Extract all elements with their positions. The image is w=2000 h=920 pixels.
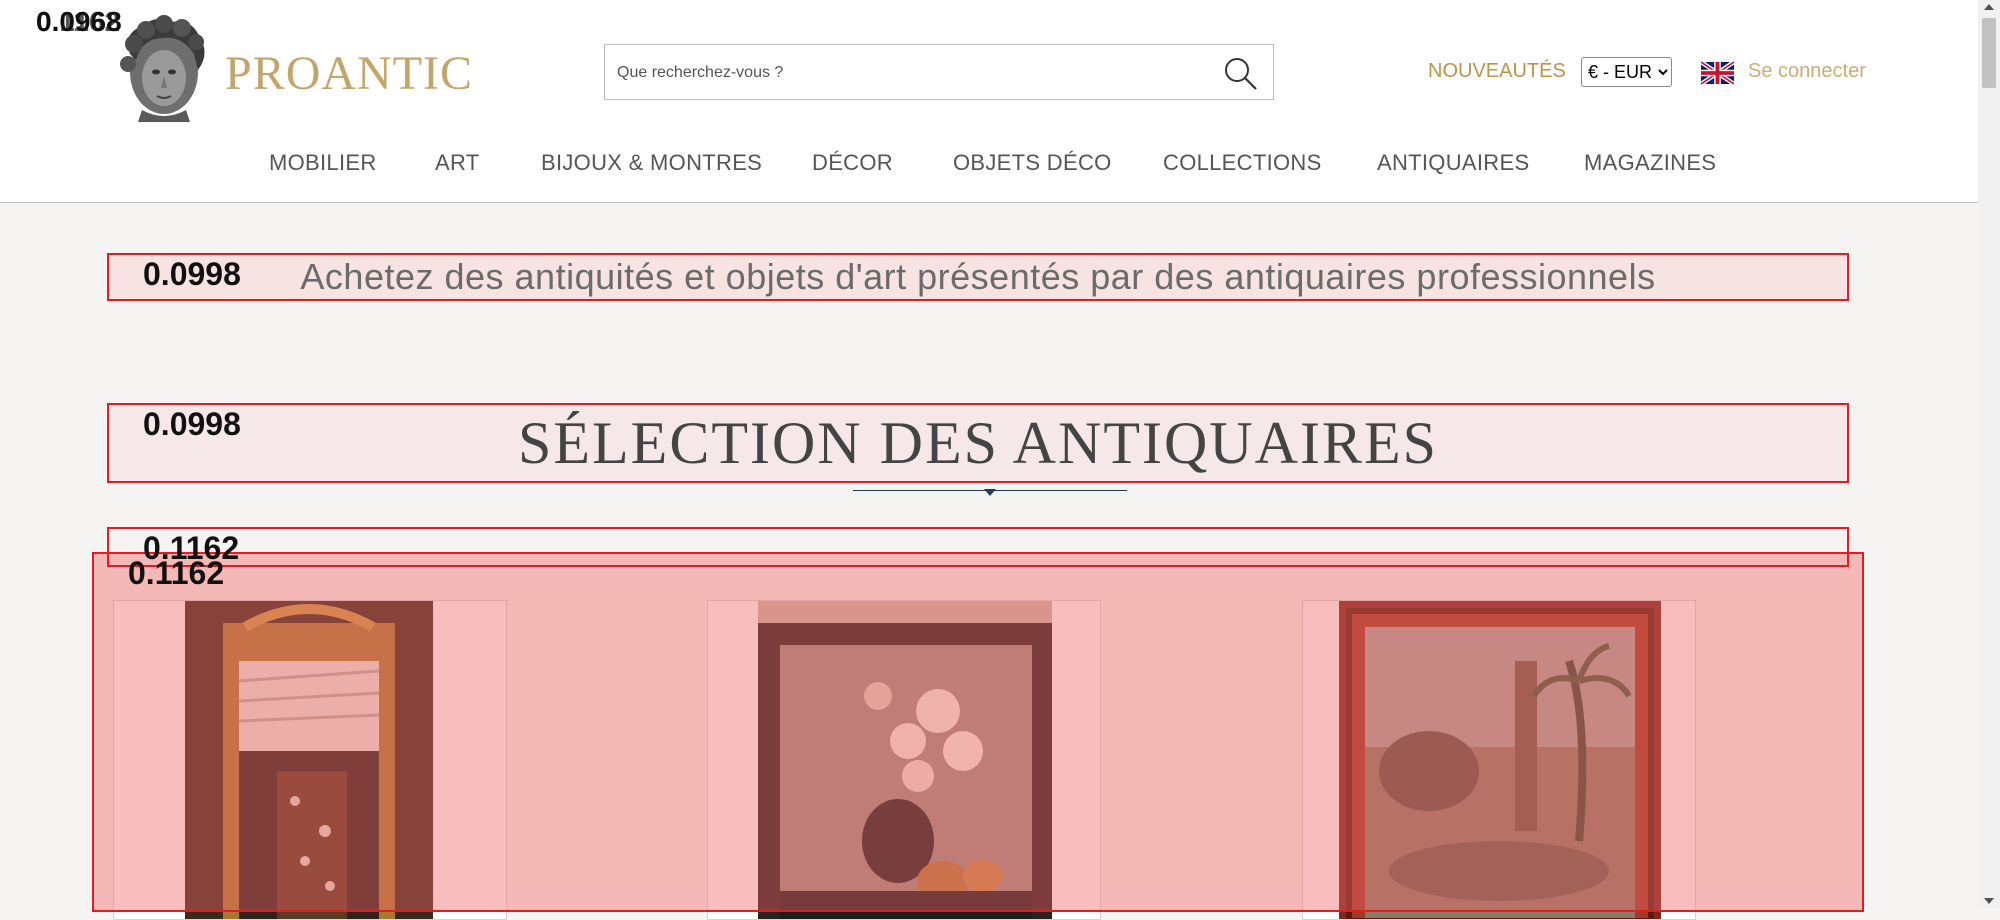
search-input[interactable]: [615, 53, 1199, 93]
logo-text[interactable]: PROANTIC: [225, 46, 473, 101]
grid-highlight-b: [92, 552, 1864, 912]
uk-flag-icon[interactable]: [1701, 61, 1734, 85]
nav-item-art[interactable]: ART: [435, 150, 480, 176]
search-bar: [604, 44, 1274, 100]
title-divider-caret: [984, 489, 996, 496]
nav-item-mobilier[interactable]: MOBILIER: [269, 150, 377, 176]
score-label-logo-b: 0.1162: [36, 6, 121, 37]
logo-bust-icon[interactable]: [112, 14, 212, 122]
search-icon[interactable]: [1221, 54, 1259, 92]
nav-item-magazines[interactable]: MAGAZINES: [1584, 150, 1716, 176]
main-nav: MOBILIER ART BIJOUX & MONTRES DÉCOR OBJE…: [0, 150, 1978, 180]
login-link[interactable]: Se connecter: [1748, 60, 1866, 83]
nav-item-antiquaires[interactable]: ANTIQUAIRES: [1377, 150, 1529, 176]
site-header: PROANTIC NOUVEAUTÉS € - EUR Se connecter…: [0, 0, 1978, 203]
currency-select[interactable]: € - EUR: [1581, 57, 1672, 87]
nouveautes-link[interactable]: NOUVEAUTÉS: [1428, 60, 1566, 83]
scroll-down-arrow-icon[interactable]: [1984, 898, 1994, 904]
nav-item-objets-deco[interactable]: OBJETS DÉCO: [953, 150, 1112, 176]
scroll-up-arrow-icon[interactable]: [1984, 4, 1994, 10]
scroll-thumb[interactable]: [1982, 18, 1996, 88]
section-title: SÉLECTION DES ANTIQUAIRES: [518, 410, 1438, 476]
nav-item-collections[interactable]: COLLECTIONS: [1163, 150, 1322, 176]
score-label-grid-b: 0.1162: [128, 555, 225, 591]
nav-item-decor[interactable]: DÉCOR: [812, 150, 893, 176]
page-scrollbar[interactable]: [1978, 0, 2000, 908]
tagline-text: Achetez des antiquités et objets d'art p…: [300, 256, 1656, 297]
nav-item-bijoux-montres[interactable]: BIJOUX & MONTRES: [541, 150, 762, 176]
